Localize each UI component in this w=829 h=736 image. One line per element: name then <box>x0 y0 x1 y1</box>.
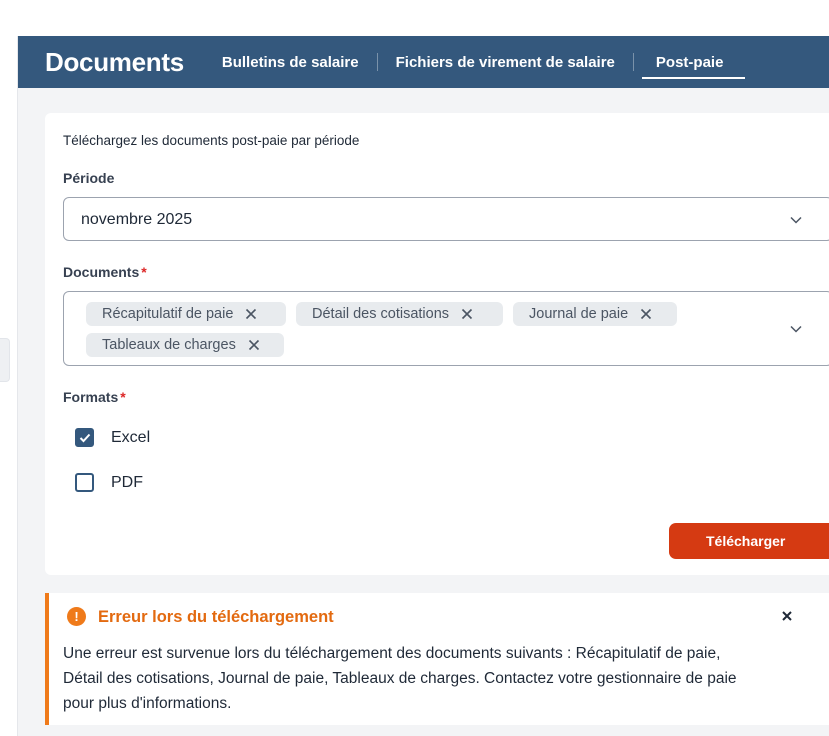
format-option-pdf[interactable]: PDF <box>75 473 143 492</box>
period-label: Période <box>63 170 115 186</box>
tab-bar: Bulletins de salaire Fichiers de viremen… <box>204 36 745 88</box>
tab-divider <box>632 53 634 71</box>
document-chip: Récapitulatif de paie <box>86 302 286 326</box>
period-select[interactable]: novembre 2025 <box>63 197 829 241</box>
form-intro: Téléchargez les documents post-paie par … <box>63 133 360 148</box>
formats-label: Formats * <box>63 389 126 405</box>
download-button[interactable]: Télécharger <box>669 523 829 559</box>
excel-checkbox[interactable] <box>75 428 94 447</box>
page-title: Documents <box>45 46 184 77</box>
tab-bulletins-de-salaire[interactable]: Bulletins de salaire <box>204 36 377 88</box>
remove-chip-icon[interactable] <box>248 339 260 351</box>
checkmark-icon <box>79 433 90 442</box>
close-icon[interactable] <box>779 608 795 624</box>
alert-message: Une erreur est survenue lors du téléchar… <box>63 645 737 712</box>
top-strip <box>0 0 829 36</box>
remove-chip-icon[interactable] <box>245 308 257 320</box>
pdf-label: PDF <box>111 473 143 491</box>
remove-chip-icon[interactable] <box>640 308 652 320</box>
left-sidebar-edge <box>0 36 18 736</box>
document-chip: Détail des cotisations <box>296 302 503 326</box>
format-option-excel[interactable]: Excel <box>75 428 150 447</box>
pdf-checkbox[interactable] <box>75 473 94 492</box>
chevron-down-icon <box>790 325 802 333</box>
document-chip: Tableaux de charges <box>86 333 284 357</box>
tab-fichiers-de-virement[interactable]: Fichiers de virement de salaire <box>378 36 633 88</box>
period-value: novembre 2025 <box>81 211 193 228</box>
error-alert: ! Erreur lors du téléchargement Une erre… <box>45 593 829 725</box>
chip-label: Tableaux de charges <box>102 337 236 353</box>
tab-post-paie[interactable]: Post-paie <box>638 36 745 88</box>
excel-label: Excel <box>111 428 151 446</box>
remove-chip-icon[interactable] <box>461 308 473 320</box>
download-form-card: Téléchargez les documents post-paie par … <box>45 113 829 575</box>
chip-label: Récapitulatif de paie <box>102 306 234 322</box>
documents-multiselect[interactable]: Récapitulatif de paie Détail des cotisat… <box>63 291 829 366</box>
documents-label: Documents * <box>63 264 147 280</box>
page-header: Documents Bulletins de salaire Fichiers … <box>18 36 829 88</box>
chevron-down-icon <box>790 216 802 224</box>
alert-title: Erreur lors du téléchargement <box>98 608 334 626</box>
exclamation-circle-icon: ! <box>67 607 86 626</box>
document-chip: Journal de paie <box>513 302 677 326</box>
sidebar-collapse-handle[interactable] <box>0 338 10 382</box>
chip-label: Détail des cotisations <box>312 306 450 322</box>
chip-label: Journal de paie <box>529 306 629 322</box>
